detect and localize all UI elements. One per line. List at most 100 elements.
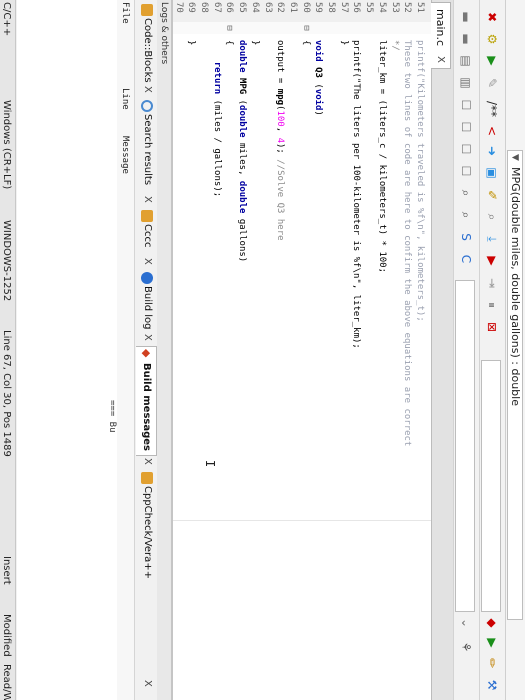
secondary-toolbar: ▬ ▬ ▤ ▥ ☐ ☐ ☐ ☐ ⌕ ⌕ S C ⌄ ⚘	[453, 0, 479, 700]
code-token: (	[313, 77, 324, 89]
code-token: return	[211, 61, 222, 95]
brush-icon[interactable]: ✏	[483, 654, 501, 672]
x-icon[interactable]: ✖	[483, 8, 501, 26]
zoom-icon[interactable]: ⌕	[457, 184, 475, 202]
close-icon[interactable]: X	[137, 458, 157, 465]
status-position: Line 67, Col 30, Pos 1489	[1, 330, 12, 457]
column-file[interactable]: File	[116, 2, 134, 24]
messages-list[interactable]: === Bu	[17, 0, 117, 700]
gear-icon	[141, 272, 153, 284]
code-editor[interactable]: 51 printf("Kilometers traveled is %f\n", …	[173, 0, 431, 700]
close-icon[interactable]: X	[430, 56, 450, 63]
target-dropdown[interactable]	[481, 360, 501, 612]
code-token: double	[237, 40, 248, 73]
main-toolbar: ✖ ⚙ ▶ ✎ /** < ➜ ▣ ✐ ⌕ ⤓ ▶ ⇥ ⏸ ⊠ ◆ ▶ ✏ ⚒	[479, 0, 505, 700]
open-file-icon[interactable]: ▬	[457, 30, 475, 48]
step-icon[interactable]: ⇥	[483, 274, 501, 292]
step-into-icon[interactable]: ⤓	[483, 230, 501, 248]
settings-icon[interactable]: ⚙	[483, 30, 501, 48]
jump-back-icon[interactable]: ◆	[483, 614, 501, 632]
debug-icon[interactable]: ▶	[483, 252, 501, 270]
code-token: */	[389, 40, 400, 51]
code-token: }	[186, 40, 197, 46]
tab-label: Cccc	[142, 224, 153, 248]
back-arrow-icon[interactable]: <	[483, 122, 501, 140]
find-icon[interactable]: ⌕	[457, 206, 475, 224]
chevron-down-icon[interactable]: ▼	[508, 154, 522, 161]
status-bar: C/C++ Windows (CR+LF) WINDOWS-1252 Line …	[0, 0, 16, 700]
new-file-icon[interactable]: ▬	[457, 8, 475, 26]
code-token: miles,	[237, 137, 248, 181]
close-icon[interactable]: X	[137, 86, 157, 93]
code-token: (miles / gallons);	[211, 94, 222, 198]
search-icon	[141, 100, 153, 112]
codeblocks-icon	[141, 4, 153, 16]
code-token: {	[224, 40, 235, 46]
code-token: double	[237, 105, 248, 138]
bookmark-icon[interactable]: ▣	[483, 164, 501, 182]
stop-icon[interactable]: ⊠	[483, 318, 501, 336]
panel-close-icon[interactable]: X	[137, 680, 157, 687]
pause-icon[interactable]: ⏸	[483, 296, 501, 314]
symbol-dropdown[interactable]	[455, 280, 475, 612]
code-token: mpg	[275, 88, 286, 106]
status-modified: Modified	[1, 614, 12, 657]
chevron-down-icon[interactable]: ⌄	[457, 614, 475, 632]
code-token: printf("Kilometers traveled is %f\n", ki…	[415, 40, 425, 322]
code-token: MPG	[237, 77, 248, 95]
close-icon[interactable]: X	[137, 334, 157, 341]
search-button[interactable]: S	[457, 228, 475, 246]
cppcheck-icon	[141, 472, 153, 484]
tab-label: Search results	[142, 114, 153, 186]
c-button[interactable]: C	[457, 250, 475, 268]
tab-cppcheck-vera[interactable]: CppCheck/Vera++	[137, 470, 157, 579]
wand-icon[interactable]: ⚘	[457, 638, 475, 656]
tab-label: Code::Blocks	[142, 18, 153, 83]
tab-search-results[interactable]: Search results	[137, 98, 157, 185]
code-token: )	[313, 110, 324, 116]
status-encoding: WINDOWS-1252	[1, 220, 12, 302]
column-message[interactable]: Message	[116, 136, 134, 174]
tools-icon[interactable]: ⚒	[483, 676, 501, 694]
cut-icon[interactable]: ☐	[457, 96, 475, 114]
logs-tab-strip: Code::Blocks X Search results X Cccc X B…	[136, 0, 157, 700]
code-token: liter_km = (liters_c / kilometers_t) * 1…	[376, 40, 387, 273]
status-eol: Windows (CR+LF)	[1, 100, 12, 190]
run-icon[interactable]: ▶	[483, 52, 501, 70]
tab-cccc[interactable]: Cccc	[137, 208, 157, 247]
logs-panel-title: Logs & others	[157, 0, 171, 700]
code-token: void	[313, 40, 324, 62]
editor-tab-row: main.c X	[430, 0, 453, 700]
undo-icon[interactable]: ☐	[457, 162, 475, 180]
codeblocks-ide-window: ▼ MPG(double miles, double gallons) : do…	[0, 0, 525, 700]
copy-icon[interactable]: ☐	[457, 118, 475, 136]
paste-icon[interactable]: ☐	[457, 140, 475, 158]
photo-frame: ▼ MPG(double miles, double gallons) : do…	[0, 0, 525, 700]
next-icon[interactable]: ➜	[483, 142, 501, 160]
highlight-icon[interactable]: ✐	[483, 186, 501, 204]
code-token: output =	[275, 40, 286, 89]
search-icon[interactable]: ⌕	[483, 208, 501, 226]
tab-build-log[interactable]: Build log	[137, 270, 157, 330]
save-all-icon[interactable]: ▥	[457, 74, 475, 92]
tab-label: Build messages	[141, 363, 152, 451]
tab-codeblocks[interactable]: Code::Blocks	[137, 2, 157, 83]
code-token: double	[237, 180, 248, 214]
code-token: Q3	[313, 67, 324, 78]
tab-build-messages[interactable]: ◆ Build messages	[136, 346, 157, 456]
code-token: }	[338, 40, 349, 46]
status-mode: Insert	[1, 556, 12, 585]
column-line[interactable]: Line	[116, 88, 134, 110]
save-icon[interactable]: ▤	[457, 52, 475, 70]
pen-icon[interactable]: ✎	[483, 74, 501, 92]
tab-label: main.c	[434, 9, 447, 47]
function-selector-text: MPG(double miles, double gallons) : doub…	[509, 167, 522, 406]
cccc-icon	[141, 210, 153, 222]
function-selector[interactable]: ▼ MPG(double miles, double gallons) : do…	[507, 150, 523, 620]
close-icon[interactable]: X	[137, 258, 157, 265]
close-icon[interactable]: X	[137, 196, 157, 203]
tab-main-c[interactable]: main.c X	[430, 2, 451, 70]
comment-button[interactable]: /**	[483, 96, 501, 122]
code-token: 100	[275, 110, 286, 127]
jump-forward-icon[interactable]: ▶	[483, 634, 501, 652]
